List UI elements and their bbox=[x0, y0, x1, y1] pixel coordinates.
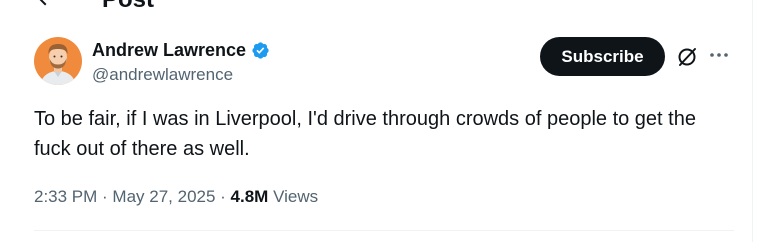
author-display-name[interactable]: Andrew Lawrence bbox=[92, 38, 246, 62]
views-label: Views bbox=[268, 187, 319, 206]
page-title: Post bbox=[102, 0, 154, 14]
top-bar: Post bbox=[0, 0, 768, 14]
more-icon[interactable] bbox=[708, 47, 730, 63]
tweet-text: To be fair, if I was in Liverpool, I'd d… bbox=[34, 108, 696, 160]
grok-icon[interactable] bbox=[676, 46, 698, 68]
verified-badge-icon[interactable] bbox=[251, 41, 270, 60]
avatar[interactable] bbox=[34, 37, 82, 85]
author-name-row[interactable]: Andrew Lawrence bbox=[92, 38, 270, 62]
views-count: 4.8M bbox=[230, 187, 269, 206]
column-border bbox=[752, 0, 753, 242]
tweet-time[interactable]: 2:33 PM bbox=[34, 187, 97, 206]
author-handle[interactable]: @andrewlawrence bbox=[92, 64, 233, 86]
user-avatar-image bbox=[34, 37, 82, 85]
arrow-left-icon[interactable] bbox=[34, 0, 58, 10]
tweet-date[interactable]: May 27, 2025 bbox=[112, 187, 215, 206]
subscribe-button[interactable]: Subscribe bbox=[540, 37, 665, 76]
tweet-meta: 2:33 PM · May 27, 2025 · 4.8M Views bbox=[34, 185, 318, 209]
meta-separator: · bbox=[215, 187, 231, 206]
meta-separator: · bbox=[97, 187, 113, 206]
divider bbox=[34, 230, 734, 231]
